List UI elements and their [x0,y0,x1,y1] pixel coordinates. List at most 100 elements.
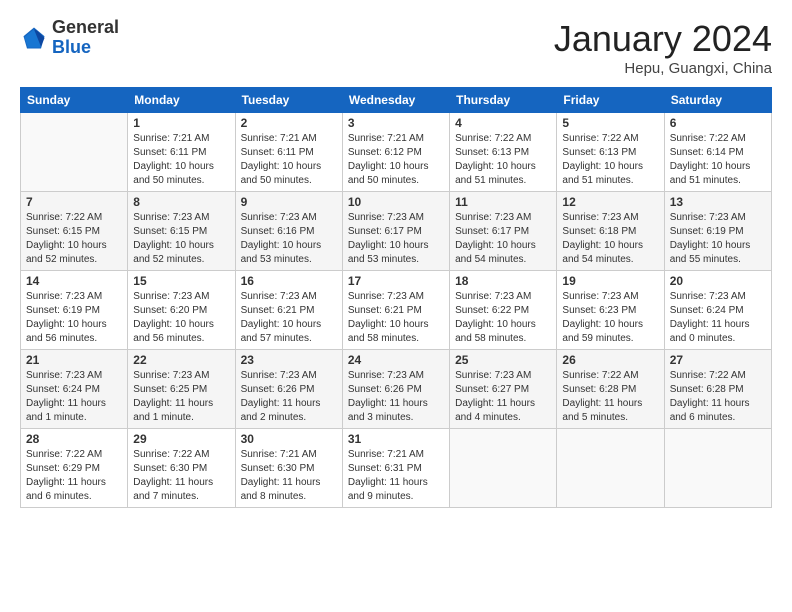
day-number: 27 [670,353,766,367]
day-info: Sunrise: 7:23 AM Sunset: 6:23 PM Dayligh… [562,290,658,346]
table-row: 9Sunrise: 7:23 AM Sunset: 6:16 PM Daylig… [235,192,342,271]
day-number: 22 [133,353,229,367]
day-number: 1 [133,116,229,130]
day-number: 20 [670,274,766,288]
day-number: 30 [241,432,337,446]
day-number: 14 [26,274,122,288]
table-row: 15 Sunrise: 7:23 AM Sunset: 6:20 PM Dayli… [128,271,235,350]
day-info: Sunrise: 7:23 AM Sunset: 6:21 PM Dayligh… [348,290,444,346]
day-number: 25 [455,353,551,367]
day-info: Sunrise: 7:21 AM Sunset: 6:31 PM Dayligh… [348,448,444,504]
table-row: 29Sunrise: 7:22 AM Sunset: 6:30 PM Dayli… [128,429,235,508]
day-number: 19 [562,274,658,288]
day-info: Sunrise: 7:22 AM Sunset: 6:15 PM Dayligh… [26,211,122,267]
table-row: 30 Sunrise: 7:21 AM Sunset: 6:30 PM Dayli… [235,429,342,508]
day-info: Sunrise: 7:21 AM Sunset: 6:30 PM Dayligh… [241,448,337,504]
logo-text: General Blue [52,18,119,58]
col-wednesday: Wednesday [342,88,449,113]
day-info: Sunrise: 7:23 AM Sunset: 6:17 PM Dayligh… [348,211,444,267]
day-number: 24 [348,353,444,367]
logo-general: General [52,17,119,37]
day-info: Sunrise: 7:23 AM Sunset: 6:20 PM Dayligh… [133,290,229,346]
day-number: 2 [241,116,337,130]
table-row: 21Sunrise: 7:23 AM Sunset: 6:24 PM Dayli… [21,350,128,429]
day-number: 12 [562,195,658,209]
calendar-table: Sunday Monday Tuesday Wednesday Thursday… [20,87,772,508]
logo: General Blue [20,18,119,58]
table-row: 25 Sunrise: 7:23 AM Sunset: 6:27 PM Dayli… [450,350,557,429]
table-row: 24 Sunrise: 7:23 AM Sunset: 6:26 PM Dayli… [342,350,449,429]
table-row: 4 Sunrise: 7:22 AM Sunset: 6:13 PM Daylig… [450,113,557,192]
day-number: 28 [26,432,122,446]
table-row: 14 Sunrise: 7:23 AM Sunset: 6:19 PM Dayli… [21,271,128,350]
table-row: 31 Sunrise: 7:21 AM Sunset: 6:31 PM Dayli… [342,429,449,508]
table-row: 20 Sunrise: 7:23 AM Sunset: 6:24 PM Dayli… [664,271,771,350]
table-row: 18 Sunrise: 7:23 AM Sunset: 6:22 PM Dayli… [450,271,557,350]
day-number: 15 [133,274,229,288]
day-info: Sunrise: 7:21 AM Sunset: 6:11 PM Dayligh… [241,132,337,188]
page: General Blue January 2024 Hepu, Guangxi,… [0,0,792,612]
col-tuesday: Tuesday [235,88,342,113]
day-info: Sunrise: 7:23 AM Sunset: 6:27 PM Dayligh… [455,369,551,425]
table-row: 3 Sunrise: 7:21 AM Sunset: 6:12 PM Daylig… [342,113,449,192]
table-row: 1 Sunrise: 7:21 AM Sunset: 6:11 PM Daylig… [128,113,235,192]
table-row: 28Sunrise: 7:22 AM Sunset: 6:29 PM Dayli… [21,429,128,508]
header: General Blue January 2024 Hepu, Guangxi,… [20,18,772,77]
table-row [557,429,664,508]
col-monday: Monday [128,88,235,113]
day-number: 18 [455,274,551,288]
day-info: Sunrise: 7:23 AM Sunset: 6:18 PM Dayligh… [562,211,658,267]
calendar-week-row: 14 Sunrise: 7:23 AM Sunset: 6:19 PM Dayli… [21,271,772,350]
table-row [21,113,128,192]
day-number: 11 [455,195,551,209]
table-row: 6 Sunrise: 7:22 AM Sunset: 6:14 PM Daylig… [664,113,771,192]
day-number: 6 [670,116,766,130]
day-info: Sunrise: 7:21 AM Sunset: 6:12 PM Dayligh… [348,132,444,188]
day-info: Sunrise: 7:23 AM Sunset: 6:21 PM Dayligh… [241,290,337,346]
calendar-week-row: 21Sunrise: 7:23 AM Sunset: 6:24 PM Dayli… [21,350,772,429]
day-number: 9 [241,195,337,209]
day-info: Sunrise: 7:21 AM Sunset: 6:11 PM Dayligh… [133,132,229,188]
table-row: 22 Sunrise: 7:23 AM Sunset: 6:25 PM Dayli… [128,350,235,429]
col-saturday: Saturday [664,88,771,113]
day-number: 31 [348,432,444,446]
table-row: 13 Sunrise: 7:23 AM Sunset: 6:19 PM Dayli… [664,192,771,271]
calendar-week-row: 1 Sunrise: 7:21 AM Sunset: 6:11 PM Daylig… [21,113,772,192]
day-info: Sunrise: 7:23 AM Sunset: 6:25 PM Dayligh… [133,369,229,425]
day-info: Sunrise: 7:22 AM Sunset: 6:13 PM Dayligh… [562,132,658,188]
day-info: Sunrise: 7:22 AM Sunset: 6:28 PM Dayligh… [562,369,658,425]
table-row [664,429,771,508]
day-info: Sunrise: 7:23 AM Sunset: 6:15 PM Dayligh… [133,211,229,267]
title-month: January 2024 [554,18,772,60]
day-info: Sunrise: 7:23 AM Sunset: 6:24 PM Dayligh… [670,290,766,346]
day-info: Sunrise: 7:23 AM Sunset: 6:22 PM Dayligh… [455,290,551,346]
title-block: January 2024 Hepu, Guangxi, China [554,18,772,77]
day-info: Sunrise: 7:23 AM Sunset: 6:26 PM Dayligh… [241,369,337,425]
day-number: 26 [562,353,658,367]
day-number: 5 [562,116,658,130]
col-friday: Friday [557,88,664,113]
day-number: 21 [26,353,122,367]
day-number: 13 [670,195,766,209]
day-info: Sunrise: 7:23 AM Sunset: 6:19 PM Dayligh… [670,211,766,267]
table-row: 11Sunrise: 7:23 AM Sunset: 6:17 PM Dayli… [450,192,557,271]
day-number: 3 [348,116,444,130]
day-info: Sunrise: 7:22 AM Sunset: 6:13 PM Dayligh… [455,132,551,188]
day-number: 16 [241,274,337,288]
logo-icon [20,24,48,52]
table-row: 17Sunrise: 7:23 AM Sunset: 6:21 PM Dayli… [342,271,449,350]
title-location: Hepu, Guangxi, China [554,60,772,77]
table-row: 10Sunrise: 7:23 AM Sunset: 6:17 PM Dayli… [342,192,449,271]
day-info: Sunrise: 7:23 AM Sunset: 6:26 PM Dayligh… [348,369,444,425]
day-info: Sunrise: 7:23 AM Sunset: 6:19 PM Dayligh… [26,290,122,346]
table-row: 23Sunrise: 7:23 AM Sunset: 6:26 PM Dayli… [235,350,342,429]
day-number: 29 [133,432,229,446]
col-thursday: Thursday [450,88,557,113]
day-number: 4 [455,116,551,130]
table-row: 7Sunrise: 7:22 AM Sunset: 6:15 PM Daylig… [21,192,128,271]
day-info: Sunrise: 7:22 AM Sunset: 6:14 PM Dayligh… [670,132,766,188]
col-sunday: Sunday [21,88,128,113]
calendar-week-row: 28Sunrise: 7:22 AM Sunset: 6:29 PM Dayli… [21,429,772,508]
day-number: 8 [133,195,229,209]
table-row: 16 Sunrise: 7:23 AM Sunset: 6:21 PM Dayli… [235,271,342,350]
